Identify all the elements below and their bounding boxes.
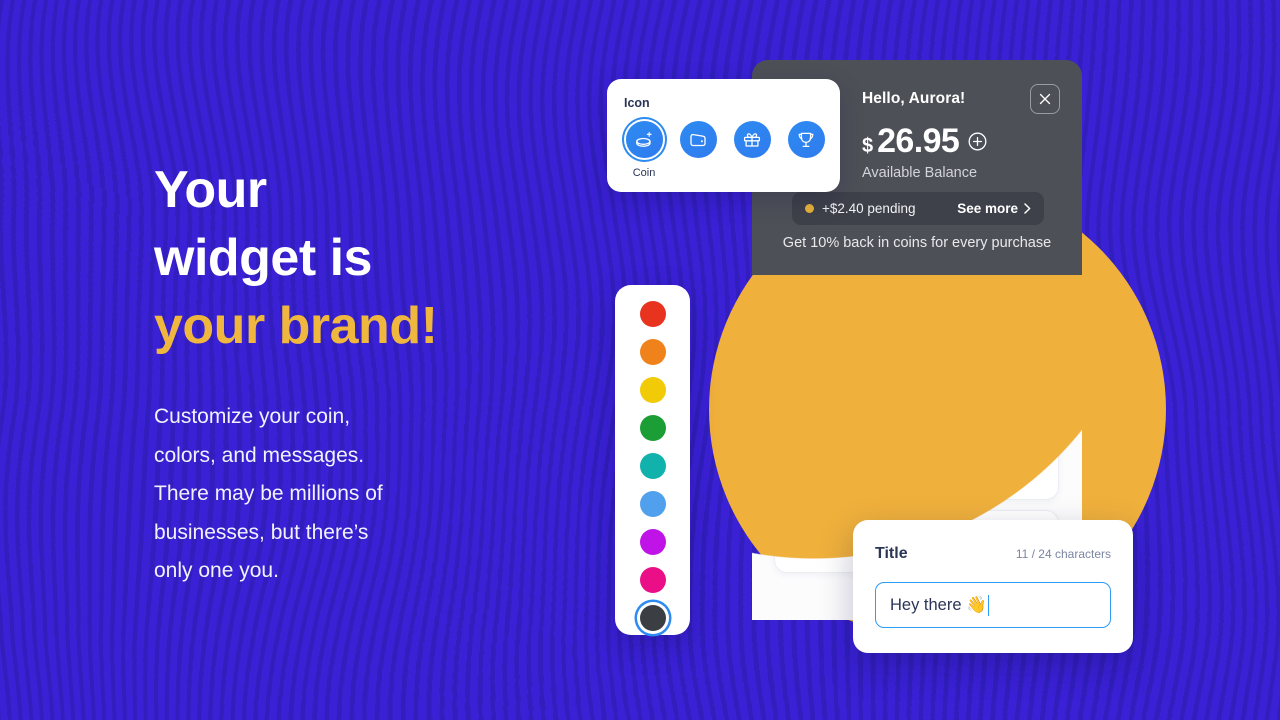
balance-amount: 26.95 bbox=[877, 122, 960, 160]
headline-line-3: your brand! bbox=[154, 297, 438, 355]
swatch-dot bbox=[639, 452, 666, 479]
cashback-note: Get 10% back in coins for every purchase bbox=[782, 235, 1052, 251]
swatch-dot bbox=[639, 300, 666, 327]
color-swatch-green[interactable] bbox=[631, 411, 675, 444]
pending-status-dot bbox=[805, 204, 814, 213]
menu-row-my-transactions[interactable]: My transactions bbox=[774, 437, 1059, 500]
color-swatch-dark-gray[interactable] bbox=[631, 602, 675, 635]
title-editor-card: Title 11 / 24 characters Hey there 👋 bbox=[853, 520, 1133, 653]
icon-option-coin[interactable]: Coin bbox=[624, 121, 664, 179]
headline-line-2: widget is bbox=[154, 229, 372, 287]
currency-symbol: $ bbox=[862, 135, 874, 157]
wallet-greeting: Hello, Aurora! bbox=[862, 90, 966, 107]
icon-picker-title: Icon bbox=[624, 96, 650, 110]
chevron-right-icon bbox=[1034, 389, 1042, 402]
share-icon bbox=[791, 525, 823, 558]
title-field-label: Title bbox=[875, 545, 908, 562]
swatch-dot bbox=[639, 376, 666, 403]
headline-line-1: Your bbox=[154, 161, 267, 219]
color-picker-card bbox=[615, 285, 690, 635]
color-swatch-red[interactable] bbox=[631, 297, 675, 330]
color-swatch-blue[interactable] bbox=[631, 488, 675, 521]
swatch-dot bbox=[639, 529, 666, 556]
plus-circle-icon bbox=[968, 132, 987, 151]
title-input[interactable]: Hey there 👋 bbox=[875, 582, 1111, 628]
body-line-5: only one you. bbox=[154, 559, 279, 582]
icon-option-label: Coin bbox=[632, 167, 656, 179]
promo-banner: Your widget is your brand! Customize you… bbox=[0, 0, 1280, 720]
body-line-3: There may be millions of bbox=[154, 482, 383, 505]
swatch-dot bbox=[639, 605, 666, 632]
swatch-dot bbox=[639, 567, 666, 594]
svg-text:123: 123 bbox=[802, 394, 813, 401]
wallet-icon bbox=[679, 121, 717, 158]
coin-icon bbox=[625, 121, 663, 158]
page-title: Your widget is your brand! bbox=[154, 156, 624, 360]
close-icon bbox=[1039, 93, 1051, 105]
close-button[interactable] bbox=[1030, 84, 1060, 114]
icon-picker-card: Icon Coin bbox=[607, 79, 840, 192]
gift-icon bbox=[733, 121, 771, 158]
add-funds-button[interactable] bbox=[968, 132, 987, 151]
icon-option-trophy[interactable] bbox=[786, 121, 826, 179]
balance-label: Available Balance bbox=[862, 165, 978, 181]
body-line-1: Customize your coin, bbox=[154, 405, 351, 428]
see-more-link[interactable]: See more bbox=[957, 201, 1031, 216]
body-line-4: businesses, but there’s bbox=[154, 520, 369, 544]
menu-row-pay-with-coins[interactable]: Pay with coins bbox=[774, 291, 1059, 354]
icon-picker-list: Coin bbox=[624, 121, 826, 179]
trending-up-icon bbox=[791, 452, 823, 485]
character-counter: 11 / 24 characters bbox=[1015, 547, 1111, 561]
menu-row-label: My transactions bbox=[839, 460, 950, 477]
payment-code-icon: 123 bbox=[791, 379, 823, 412]
color-swatch-orange[interactable] bbox=[631, 335, 675, 368]
arrow-in-circle-icon bbox=[791, 306, 823, 339]
body-line-2: colors, and messages. bbox=[154, 443, 365, 467]
pending-amount-text: +$2.40 pending bbox=[822, 201, 916, 216]
menu-row-label: Pay with coins bbox=[839, 314, 940, 331]
chevron-right-icon bbox=[1024, 203, 1031, 214]
swatch-dot bbox=[639, 414, 666, 441]
icon-option-gift[interactable] bbox=[732, 121, 772, 179]
swatch-dot bbox=[639, 491, 666, 518]
swatch-dot bbox=[639, 338, 666, 365]
balance-row: $ 26.95 bbox=[862, 122, 987, 161]
chevron-right-icon bbox=[1034, 462, 1042, 475]
color-swatch-pink[interactable] bbox=[631, 564, 675, 597]
chevron-right-icon bbox=[1034, 316, 1042, 329]
see-more-label: See more bbox=[957, 201, 1018, 216]
body-copy: Customize your coin, colors, and message… bbox=[154, 398, 484, 591]
trophy-icon bbox=[787, 121, 825, 158]
menu-row-my-payment-codes[interactable]: 123 My payment codes bbox=[774, 364, 1059, 427]
text-cursor bbox=[987, 594, 990, 616]
color-swatch-purple[interactable] bbox=[631, 526, 675, 559]
menu-row-label: My payment codes bbox=[839, 387, 969, 404]
pending-row[interactable]: +$2.40 pending See more bbox=[792, 192, 1044, 225]
color-swatch-teal[interactable] bbox=[631, 449, 675, 482]
title-editor-header: Title 11 / 24 characters bbox=[875, 545, 1111, 563]
icon-option-wallet[interactable] bbox=[678, 121, 718, 179]
color-swatch-yellow[interactable] bbox=[631, 373, 675, 406]
title-input-value: Hey there 👋 bbox=[890, 595, 987, 614]
